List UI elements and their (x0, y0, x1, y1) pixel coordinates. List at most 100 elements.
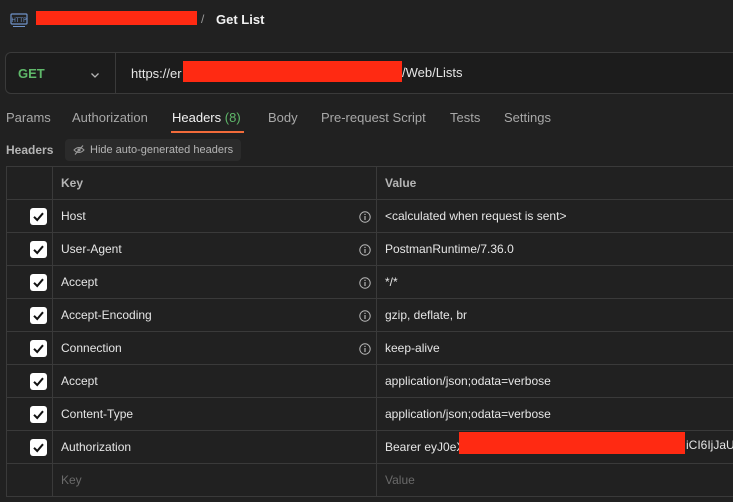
tab-pre-request-script[interactable]: Pre-request Script (321, 110, 426, 125)
tab-label: Settings (504, 110, 551, 125)
row-checkbox[interactable] (30, 439, 47, 456)
value-placeholder: Value (385, 473, 415, 487)
new-header-row: Key Value (7, 464, 733, 497)
tab-count: (8) (224, 110, 241, 125)
key-column-header: Key (53, 167, 377, 199)
header-value: application/json;odata=verbose (385, 374, 551, 388)
row-checkbox[interactable] (30, 340, 47, 357)
tab-tests[interactable]: Tests (450, 110, 480, 125)
value-column-header: Value (377, 167, 733, 199)
row-checkbox[interactable] (30, 274, 47, 291)
tab-label: Tests (450, 110, 481, 125)
tab-label: Headers (172, 110, 222, 125)
header-value: Bearer eyJ0eX (385, 440, 465, 454)
check-cell (7, 365, 53, 397)
request-tabs: Params Authorization Headers (8) Body Pr… (0, 104, 733, 133)
chevron-down-icon (90, 67, 100, 78)
value-cell[interactable]: <calculated when request is sent> (377, 200, 733, 232)
hide-auto-generated-headers-button[interactable]: Hide auto-generated headers (65, 139, 242, 161)
key-cell[interactable]: Accept (53, 365, 377, 397)
row-checkbox[interactable] (30, 373, 47, 390)
info-icon[interactable] (359, 342, 371, 355)
value-cell[interactable]: application/json;odata=verbose (377, 398, 733, 430)
key-cell[interactable]: Content-Type (53, 398, 377, 430)
tab-label: Pre-request Script (321, 110, 426, 125)
header-key: Host (61, 209, 86, 223)
tab-body[interactable]: Body (268, 110, 298, 125)
headers-subbar: Headers Hide auto-generated headers (0, 138, 733, 162)
row-checkbox[interactable] (30, 406, 47, 423)
tab-label: Authorization (72, 110, 148, 125)
checkbox-column-header (7, 167, 53, 199)
key-cell[interactable]: User-Agent (53, 233, 377, 265)
tab-label: Params (6, 110, 51, 125)
tab-authorization[interactable]: Authorization (72, 110, 148, 125)
active-tab-indicator (171, 131, 244, 133)
check-cell (7, 332, 53, 364)
row-checkbox[interactable] (30, 307, 47, 324)
check-cell (7, 299, 53, 331)
http-icon: HTTP (10, 11, 28, 29)
tab-params[interactable]: Params (6, 110, 51, 125)
breadcrumb: HTTP / Get List (0, 0, 733, 40)
url-input[interactable]: https://er (131, 66, 182, 81)
redacted-url (183, 61, 402, 82)
table-row: Accept application/json;odata=verbose (7, 365, 733, 398)
value-cell[interactable]: gzip, deflate, br (377, 299, 733, 331)
key-cell[interactable]: Host (53, 200, 377, 232)
request-title[interactable]: Get List (216, 12, 264, 27)
header-key: Accept (61, 374, 98, 388)
header-value: */* (385, 275, 398, 289)
key-cell[interactable]: Connection (53, 332, 377, 364)
header-key: Connection (61, 341, 122, 355)
check-cell (7, 200, 53, 232)
table-row: Accept */* (7, 266, 733, 299)
url-prefix: https://er (131, 66, 182, 81)
headers-label: Headers (6, 143, 54, 157)
redacted-token (459, 432, 685, 454)
url-suffix[interactable]: /Web/Lists (402, 65, 462, 80)
value-input[interactable]: Value (377, 464, 733, 496)
token-suffix: iCI6IjJaU (686, 438, 733, 452)
key-column-label: Key (61, 176, 84, 190)
value-cell[interactable]: application/json;odata=verbose (377, 365, 733, 397)
header-value: application/json;odata=verbose (385, 407, 551, 421)
key-placeholder: Key (61, 473, 82, 487)
check-cell (7, 266, 53, 298)
check-cell (7, 398, 53, 430)
method-label: GET (18, 65, 45, 81)
empty-check-cell (7, 464, 53, 496)
value-cell[interactable]: PostmanRuntime/7.36.0 (377, 233, 733, 265)
checkmark-icon (33, 278, 44, 288)
method-select[interactable]: GET (6, 53, 116, 93)
redacted-collection-name (36, 11, 197, 25)
key-cell[interactable]: Authorization (53, 431, 377, 463)
value-cell[interactable]: keep-alive (377, 332, 733, 364)
key-cell[interactable]: Accept-Encoding (53, 299, 377, 331)
info-icon[interactable] (359, 309, 371, 322)
row-checkbox[interactable] (30, 241, 47, 258)
header-key: Authorization (61, 440, 132, 454)
eye-slash-icon (73, 144, 85, 156)
header-key: Accept-Encoding (61, 308, 152, 322)
table-row: User-Agent PostmanRuntime/7.36.0 (7, 233, 733, 266)
info-icon[interactable] (359, 243, 371, 256)
tab-label: Body (268, 110, 298, 125)
info-icon[interactable] (359, 276, 371, 289)
breadcrumb-separator: / (201, 12, 205, 26)
header-value: gzip, deflate, br (385, 308, 468, 322)
key-input[interactable]: Key (53, 464, 377, 496)
checkmark-icon (33, 212, 44, 222)
tab-headers[interactable]: Headers (8) (172, 110, 241, 125)
header-key: Accept (61, 275, 98, 289)
value-column-label: Value (385, 176, 417, 190)
value-cell[interactable]: */* (377, 266, 733, 298)
check-cell (7, 431, 53, 463)
checkmark-icon (33, 245, 44, 255)
row-checkbox[interactable] (30, 208, 47, 225)
info-icon[interactable] (359, 210, 371, 223)
table-row: Content-Type application/json;odata=verbo… (7, 398, 733, 431)
tab-settings[interactable]: Settings (504, 110, 551, 125)
checkmark-icon (33, 443, 44, 453)
key-cell[interactable]: Accept (53, 266, 377, 298)
